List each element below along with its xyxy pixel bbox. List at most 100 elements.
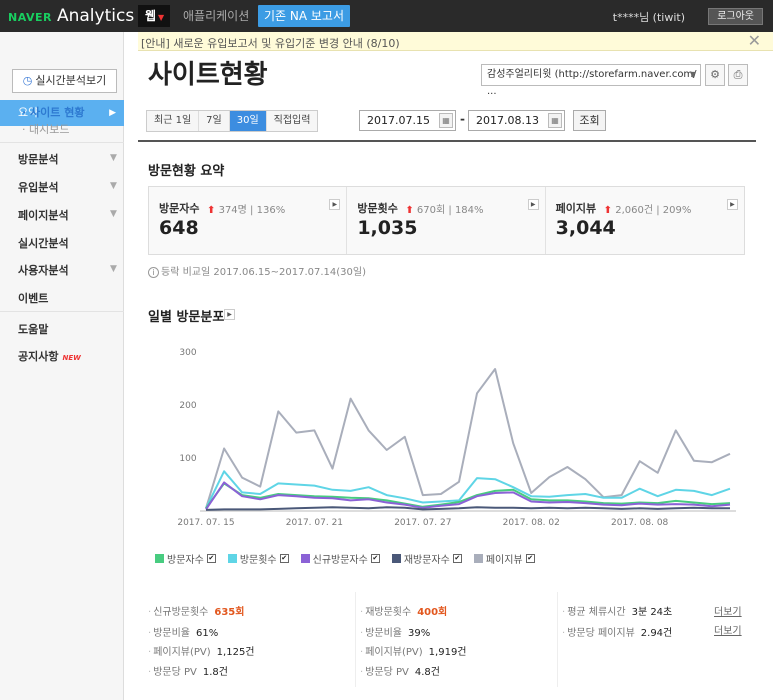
stat-value: 39% [408,628,431,639]
close-icon[interactable]: ✕ [748,32,761,50]
sidebar-item-help[interactable]: 도움말 [18,321,48,337]
compare-period: i 등락 비교일 2017.06.15~2017.07.14(30일) [148,263,366,278]
checkbox-checked-icon[interactable]: ✔ [525,554,535,563]
legend-item[interactable]: 페이지뷰 ✔ [473,551,535,566]
summary-delta-value: 670회 [416,205,446,216]
calendar-icon[interactable]: ▦ [548,113,562,128]
print-button[interactable]: ⎙ [728,64,748,86]
sidebar-item-event[interactable]: 이벤트 [18,290,48,306]
print-icon: ⎙ [733,68,743,81]
period-selector: 최근 1일 7일 30일 직접입력 [146,110,319,132]
divider [138,140,756,142]
date-range-separator: - [460,112,465,126]
legend-item[interactable]: 재방문자수 ✔ [391,551,462,566]
naver-analytics-logo[interactable]: NAVER Analytics [8,6,134,26]
end-date-value: 2017.08.13 [476,114,539,127]
tab-application[interactable]: 애플리케이션 [183,5,249,27]
realtime-button-label: 실시간분석보기 [35,74,107,87]
checkbox-checked-icon[interactable]: ✔ [452,554,462,563]
chevron-down-icon: ▼ [110,264,117,274]
stat-value: 4.8건 [414,667,440,678]
realtime-analysis-button[interactable]: ◷ 실시간분석보기 [12,69,117,93]
compare-period-text: 등락 비교일 2017.06.15~2017.07.14(30일) [161,267,366,278]
chevron-right-icon: ▶ [109,108,116,118]
legend-label: 방문횟수 [239,555,277,566]
divider [557,592,558,687]
summary-label: 방문횟수 [357,202,398,215]
chart-legend: 방문자수 ✔ 방문횟수 ✔ 신규방문자수 ✔ 재방문자수 ✔ 페이지뷰 ✔ [155,551,547,566]
divider [0,311,124,312]
gear-icon: ⚙ [710,68,720,81]
x-tick-label: 2017. 08. 08 [611,518,669,528]
chevron-down-icon: ▼ [110,209,117,219]
site-select-value: 감성주얼리티윗 (http://storefarm.naver.com/··· [487,69,697,100]
period-7day-button[interactable]: 7일 [199,111,230,131]
summary-cell-visitors: 방문자수 ⬆ 374명 | 136% 648 ▶ [149,187,348,254]
more-link[interactable]: 더보기 [714,603,742,618]
series-line-2 [205,481,731,510]
up-arrow-icon: ⬆ [207,205,216,216]
stat-label: 방문비율 [153,628,190,639]
summary-box: 방문자수 ⬆ 374명 | 136% 648 ▶ 방문횟수 ⬆ 670회 | 1… [148,186,745,255]
query-button[interactable]: 조회 [573,110,606,131]
stat-value: 2.94건 [640,628,673,639]
stat-value: 400회 [417,607,448,618]
stat-return-pv: · 페이지뷰(PV) 1,919건 [360,647,467,658]
summary-delta-pct: 136% [256,205,286,216]
more-arrow-icon[interactable]: ▶ [224,309,235,320]
stat-label: 방문당 페이지뷰 [567,628,635,639]
more-arrow-icon[interactable]: ▶ [726,199,738,210]
sidebar-item-realtime-analysis[interactable]: 실시간분석 [18,235,69,251]
sidebar-subitem-site-status[interactable]: · 사이트 현황 [22,104,84,120]
checkbox-checked-icon[interactable]: ✔ [279,554,289,563]
top-bar: NAVER Analytics 웹 ▼ 애플리케이션 기존 NA 보고서 t***… [0,0,773,32]
stat-value: 1,125건 [216,647,255,658]
logout-button[interactable]: 로그아웃 [708,8,763,25]
settings-button[interactable]: ⚙ [705,64,725,86]
more-arrow-icon[interactable]: ▶ [527,199,539,210]
period-30day-button[interactable]: 30일 [229,111,267,131]
site-select[interactable]: 감성주얼리티윗 (http://storefarm.naver.com/··· ▼ [481,64,701,100]
more-link[interactable]: 더보기 [714,622,742,637]
stat-value: 1.8건 [202,667,228,678]
period-1day-button[interactable]: 최근 1일 [147,111,200,131]
legend-item[interactable]: 방문자수 ✔ [155,551,216,566]
legend-swatch [391,554,401,563]
summary-cell-pageviews: 페이지뷰 ⬆ 2,060건 | 209% 3,044 ▶ [546,187,744,254]
checkbox-checked-icon[interactable]: ✔ [370,554,380,563]
summary-value: 3,044 [555,217,616,239]
stat-label: 페이지뷰(PV) [365,647,423,658]
legend-label: 방문자수 [167,555,204,566]
sidebar-item-visit-analysis[interactable]: 방문분석 [18,151,58,167]
summary-delta-pct: 209% [662,205,692,216]
sidebar-item-user-analysis[interactable]: 사용자분석 [18,262,69,278]
sidebar-item-inflow-analysis[interactable]: 유입분석 [18,179,58,195]
sidebar-item-page-analysis[interactable]: 페이지분석 [18,207,69,223]
checkbox-checked-icon[interactable]: ✔ [206,554,216,563]
end-date-field[interactable]: 2017.08.13 ▦ [468,110,565,131]
up-arrow-icon: ⬆ [603,205,613,216]
more-arrow-icon[interactable]: ▶ [329,199,341,210]
x-tick-label: 2017. 07. 15 [177,518,234,528]
tab-web[interactable]: 웹 ▼ [138,5,170,27]
sidebar-subitem-dashboard[interactable]: · 대시보드 [22,121,69,137]
legend-label: 페이지뷰 [485,555,523,566]
y-tick-label: 200 [179,401,196,411]
tab-legacy-report[interactable]: 기존 NA 보고서 [258,5,351,27]
chevron-down-icon: ▼ [110,153,117,163]
legend-item[interactable]: 신규방문자수 ✔ [300,551,380,566]
legend-item[interactable]: 방문횟수 ✔ [227,551,289,566]
stat-value: 1,919건 [428,647,467,658]
notice-text[interactable]: [안내] 새로운 유입보고서 및 유입기준 변경 안내 (8/10) [141,35,400,51]
clock-icon: ◷ [22,74,33,87]
up-arrow-icon: ⬆ [405,205,414,216]
stat-return-visits: · 재방문횟수 400회 [360,607,448,618]
period-custom-button[interactable]: 직접입력 [267,111,318,131]
stat-value: 3분 24초 [631,607,673,618]
chevron-down-icon: ▼ [158,13,165,22]
start-date-field[interactable]: 2017.07.15 ▦ [359,110,456,131]
stat-label: 페이지뷰(PV) [153,647,211,658]
notice-bar: [안내] 새로운 유입보고서 및 유입기준 변경 안내 (8/10) ✕ [138,32,773,51]
sidebar-item-notice[interactable]: 공지사항 NEW [18,348,81,364]
calendar-icon[interactable]: ▦ [439,113,453,128]
